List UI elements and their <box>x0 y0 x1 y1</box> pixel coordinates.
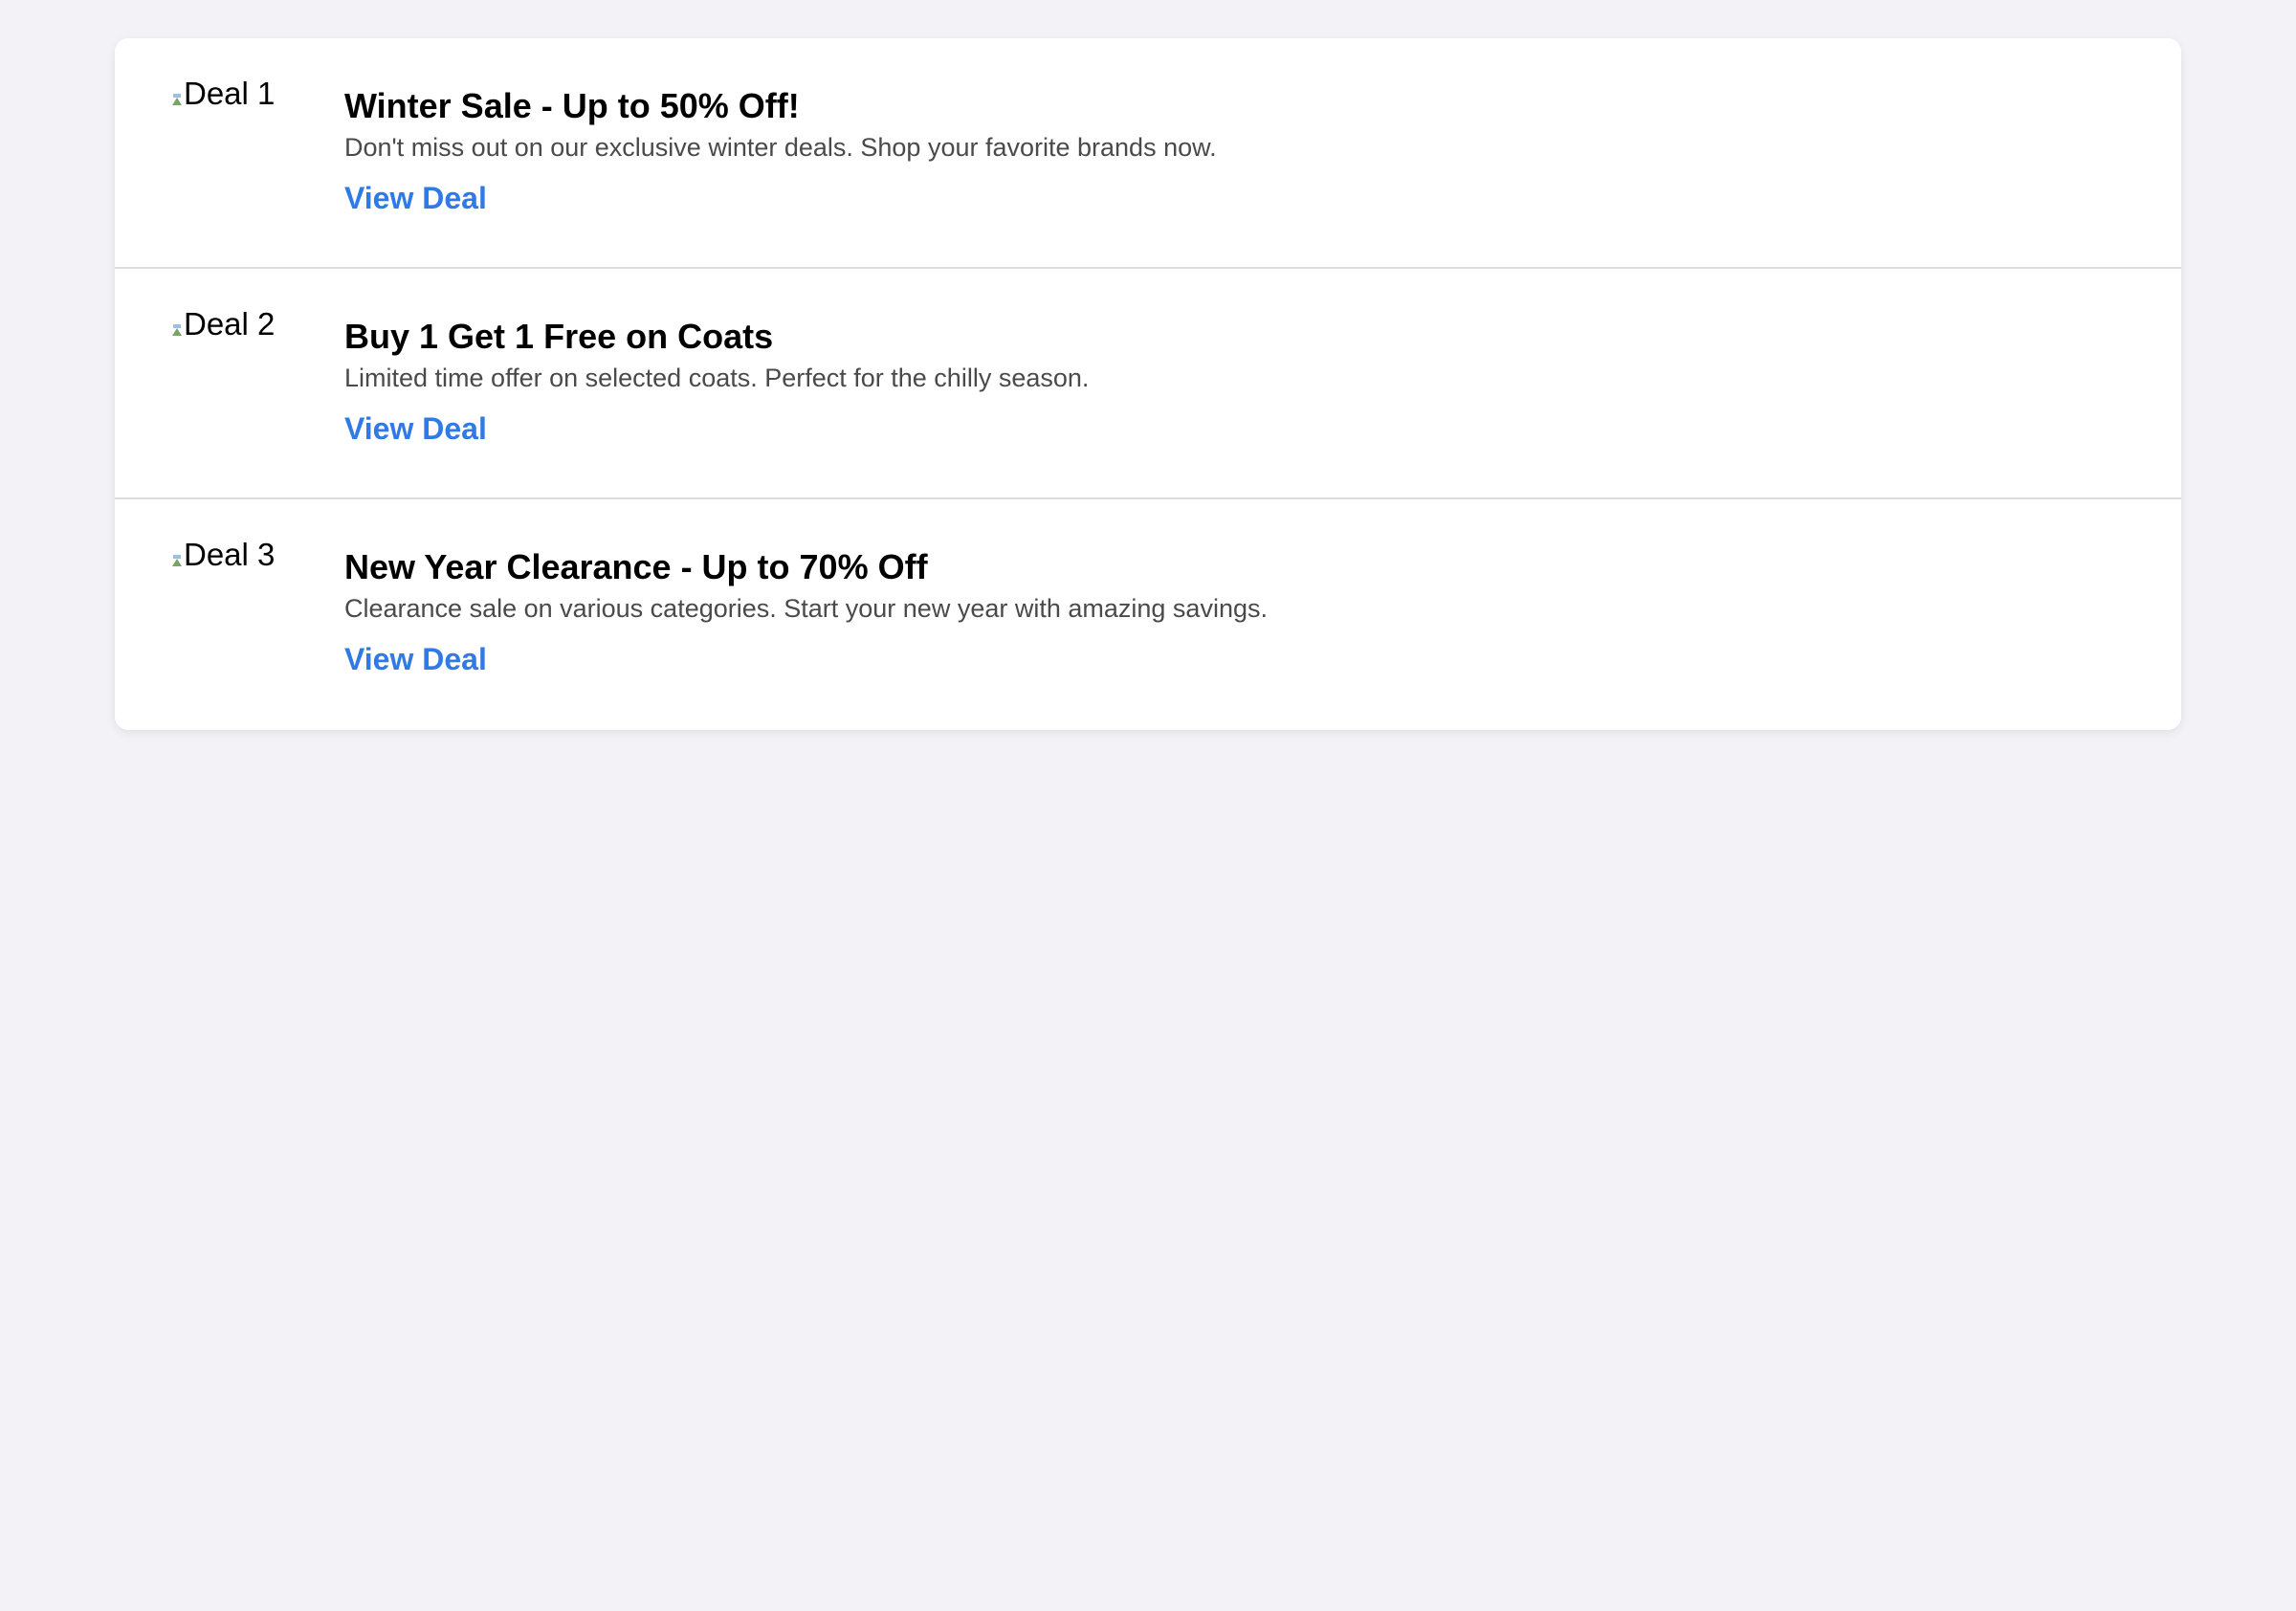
deal-image: Deal 1 <box>172 77 287 191</box>
deal-title: Winter Sale - Up to 50% Off! <box>344 86 800 125</box>
deals-list: Deal 1 Winter Sale - Up to 50% Off! Don'… <box>115 38 2181 730</box>
view-deal-link[interactable]: View Deal <box>344 641 487 677</box>
deal-description: Limited time offer on selected coats. Pe… <box>344 364 1090 392</box>
deal-image-alt-text: Deal 2 <box>184 307 276 342</box>
broken-image-icon <box>172 94 182 105</box>
deal-description: Clearance sale on various categories. St… <box>344 594 1268 623</box>
view-deal-link[interactable]: View Deal <box>344 410 487 447</box>
view-deal-link[interactable]: View Deal <box>344 180 487 216</box>
broken-image-icon <box>172 555 182 566</box>
deal-item: Deal 2 Buy 1 Get 1 Free on Coats Limited… <box>115 269 2181 499</box>
deal-title: Buy 1 Get 1 Free on Coats <box>344 317 774 356</box>
deal-image-alt-text: Deal 1 <box>184 77 276 111</box>
deal-info: Buy 1 Get 1 Free on Coats Limited time o… <box>344 269 1089 447</box>
broken-image-icon <box>172 324 182 336</box>
deal-info: New Year Clearance - Up to 70% Off Clear… <box>344 499 1268 677</box>
deal-image: Deal 2 <box>172 307 287 422</box>
deal-item: Deal 1 Winter Sale - Up to 50% Off! Don'… <box>115 38 2181 269</box>
deal-item: Deal 3 New Year Clearance - Up to 70% Of… <box>115 499 2181 730</box>
deal-image-alt-text: Deal 3 <box>184 538 276 572</box>
deal-image: Deal 3 <box>172 538 287 652</box>
deal-description: Don't miss out on our exclusive winter d… <box>344 133 1217 162</box>
deal-info: Winter Sale - Up to 50% Off! Don't miss … <box>344 38 1217 216</box>
deal-title: New Year Clearance - Up to 70% Off <box>344 547 928 586</box>
